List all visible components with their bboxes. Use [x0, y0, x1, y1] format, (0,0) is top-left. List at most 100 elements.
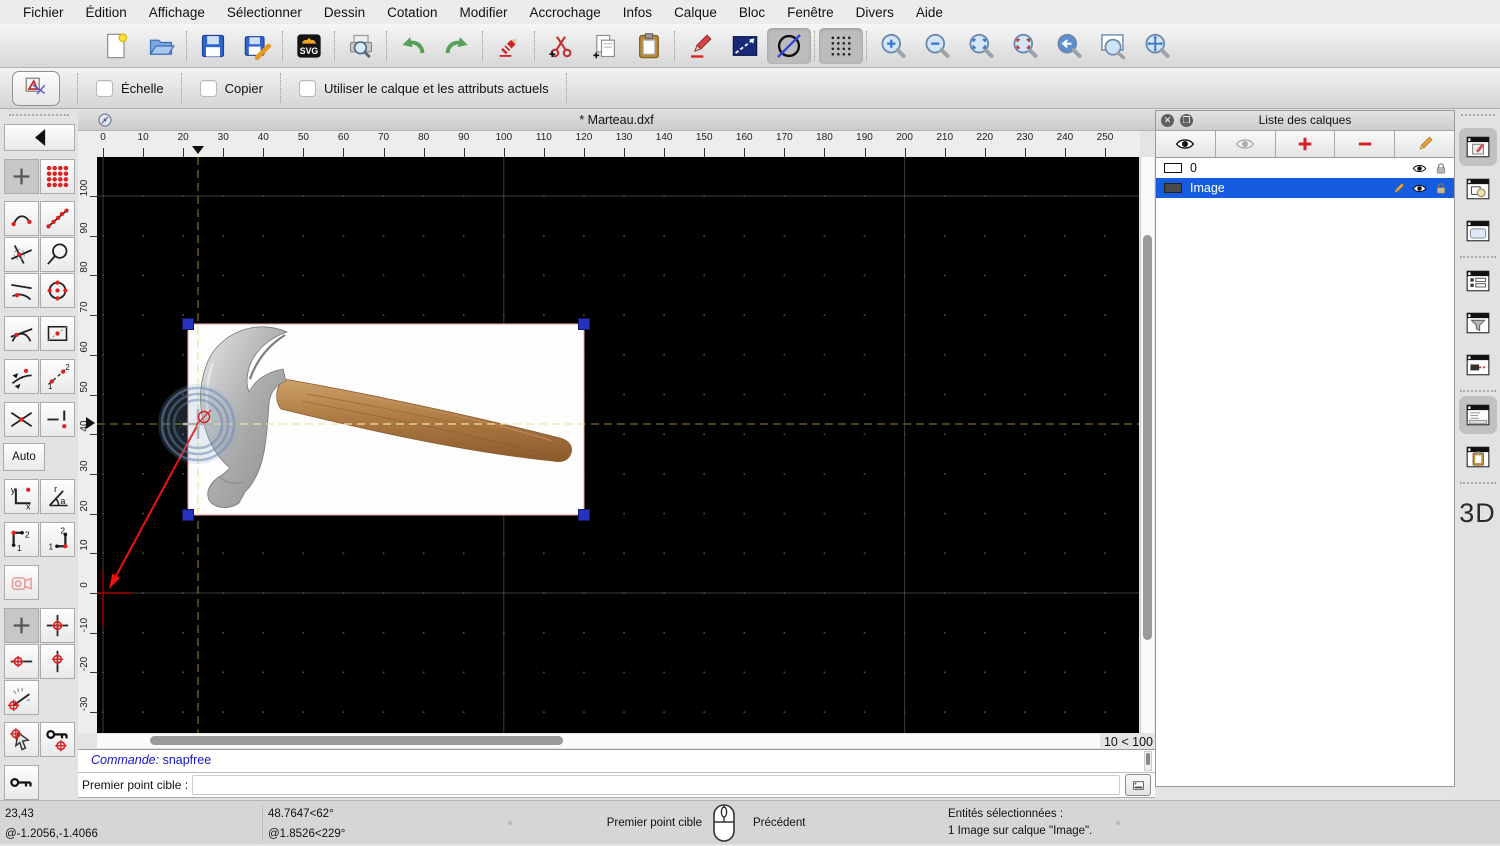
pen-palette-dock-button[interactable]: [1459, 346, 1497, 384]
zoom-pan-button[interactable]: [1135, 28, 1179, 64]
command-widget-dock-button[interactable]: [1459, 396, 1497, 434]
library-browser-dock-button[interactable]: [1459, 212, 1497, 250]
coordinates-polar-button[interactable]: ra: [40, 479, 75, 514]
option-checkbox-0[interactable]: Échelle: [96, 80, 164, 97]
snap-entity-handle-button[interactable]: [40, 237, 75, 272]
layer-row-0[interactable]: 0: [1156, 158, 1454, 178]
menu-item-calque[interactable]: Calque: [663, 5, 728, 20]
zoom-window-button[interactable]: [1091, 28, 1135, 64]
lock-button[interactable]: [4, 765, 39, 800]
lock-relative-zero-button[interactable]: [40, 722, 75, 757]
layer-lock-icon[interactable]: [1434, 161, 1448, 176]
menu-item-modifier[interactable]: Modifier: [448, 5, 518, 20]
drawing-canvas[interactable]: [97, 157, 1139, 733]
zoom-auto-button[interactable]: [959, 28, 1003, 64]
selection-handle-top-left[interactable]: [183, 319, 194, 330]
free-position-button[interactable]: [4, 608, 39, 643]
snap-center-button[interactable]: [40, 273, 75, 308]
snap-crosshair-button[interactable]: [40, 608, 75, 643]
menu-item-infos[interactable]: Infos: [612, 5, 663, 20]
draft-mode-button[interactable]: [767, 28, 811, 64]
coordinates-cartesian-button[interactable]: yx: [4, 479, 39, 514]
delete-selected-button[interactable]: [487, 28, 531, 64]
snap-nearest-button[interactable]: [4, 273, 39, 308]
vertical-scrollbar-thumb[interactable]: [1143, 235, 1152, 640]
float-panel-button[interactable]: ❐: [1180, 114, 1193, 127]
add-layer-button[interactable]: [1276, 131, 1336, 157]
checkbox-box[interactable]: [299, 80, 316, 97]
keyboard-toggle-button[interactable]: [1125, 774, 1151, 796]
exclusive-snap-button[interactable]: [4, 565, 39, 600]
menu-item-edition[interactable]: Édition: [75, 5, 138, 20]
menu-item-aide[interactable]: Aide: [905, 5, 954, 20]
snap-tangent-button[interactable]: [4, 316, 39, 351]
explode-button[interactable]: [723, 28, 767, 64]
layer-list-dock-button[interactable]: [1459, 128, 1497, 166]
menu-item-dessin[interactable]: Dessin: [313, 5, 376, 20]
auto-snap-button[interactable]: Auto: [3, 443, 45, 471]
restrict-horizontal-button[interactable]: [4, 644, 39, 679]
redo-button[interactable]: [435, 28, 479, 64]
menu-item-bloc[interactable]: Bloc: [728, 5, 776, 20]
snap-intersection-auto-button[interactable]: [4, 237, 39, 272]
snap-grid-button[interactable]: [40, 159, 75, 194]
new-document-button[interactable]: [95, 28, 139, 64]
menu-item-divers[interactable]: Divers: [845, 5, 905, 20]
relative-point-2-1-button[interactable]: 12: [40, 522, 75, 557]
snap-angle-button[interactable]: [4, 680, 39, 715]
set-relative-zero-button[interactable]: [4, 722, 39, 757]
zoom-selected-button[interactable]: [1003, 28, 1047, 64]
clipboard-dock-button[interactable]: [1459, 438, 1497, 476]
snap-free-button[interactable]: [4, 159, 39, 194]
command-history[interactable]: Commande: snapfree: [78, 749, 1155, 773]
selection-handle-bottom-right[interactable]: [579, 510, 590, 521]
vertical-scrollbar[interactable]: [1140, 157, 1154, 733]
toggle-all-visibility-button[interactable]: [1156, 131, 1216, 157]
export-svg-button[interactable]: SVG: [287, 28, 331, 64]
history-scrollbar[interactable]: [1144, 751, 1152, 771]
layer-lock-icon[interactable]: [1434, 181, 1448, 196]
layer-visibility-icon[interactable]: [1412, 161, 1428, 176]
menu-item-fichier[interactable]: Fichier: [12, 5, 75, 20]
zoom-out-button[interactable]: [915, 28, 959, 64]
toolbar-drag-handle[interactable]: [9, 114, 69, 122]
move-copy-tool-button[interactable]: [12, 71, 60, 106]
menu-item-selectionner[interactable]: Sélectionner: [216, 5, 313, 20]
close-panel-button[interactable]: ✕: [1161, 114, 1174, 127]
edit-layer-button[interactable]: [1395, 131, 1454, 157]
paste-button[interactable]: [627, 28, 671, 64]
cut-button[interactable]: [539, 28, 583, 64]
restrict-directions-button[interactable]: [4, 359, 39, 394]
restrict-vertical-button[interactable]: [40, 644, 75, 679]
checkbox-box[interactable]: [200, 80, 217, 97]
checkbox-box[interactable]: [96, 80, 113, 97]
option-checkbox-1[interactable]: Copier: [200, 80, 263, 97]
open-file-button[interactable]: [139, 28, 183, 64]
snap-intersection-button[interactable]: [4, 402, 39, 437]
snap-middle-button[interactable]: [40, 316, 75, 351]
save-button[interactable]: [191, 28, 235, 64]
layer-visibility-icon[interactable]: [1412, 181, 1428, 196]
snap-distance-button[interactable]: [40, 402, 75, 437]
layer-row-image[interactable]: Image: [1156, 178, 1454, 198]
relative-point-1-2-button[interactable]: 12: [4, 522, 39, 557]
zoom-previous-button[interactable]: [1047, 28, 1091, 64]
snap-two-points-button[interactable]: 12: [40, 359, 75, 394]
edit-attributes-button[interactable]: [679, 28, 723, 64]
entity-list-dock-button[interactable]: [1459, 262, 1497, 300]
zoom-in-button[interactable]: [871, 28, 915, 64]
snap-endpoints-button[interactable]: [4, 201, 39, 236]
menu-item-fenetre[interactable]: Fenêtre: [776, 5, 845, 20]
save-as-button[interactable]: [235, 28, 279, 64]
selection-filter-dock-button[interactable]: [1459, 304, 1497, 342]
back-button[interactable]: [4, 124, 75, 151]
grid-toggle-button[interactable]: [819, 28, 863, 64]
print-preview-button[interactable]: [339, 28, 383, 64]
undo-button[interactable]: [391, 28, 435, 64]
menu-item-accrochage[interactable]: Accrochage: [518, 5, 611, 20]
menu-item-affichage[interactable]: Affichage: [138, 5, 216, 20]
toggle-construction-visibility-button[interactable]: [1216, 131, 1276, 157]
command-input[interactable]: [192, 775, 1120, 795]
hammer-image[interactable]: [97, 157, 1139, 733]
copy-button[interactable]: [583, 28, 627, 64]
